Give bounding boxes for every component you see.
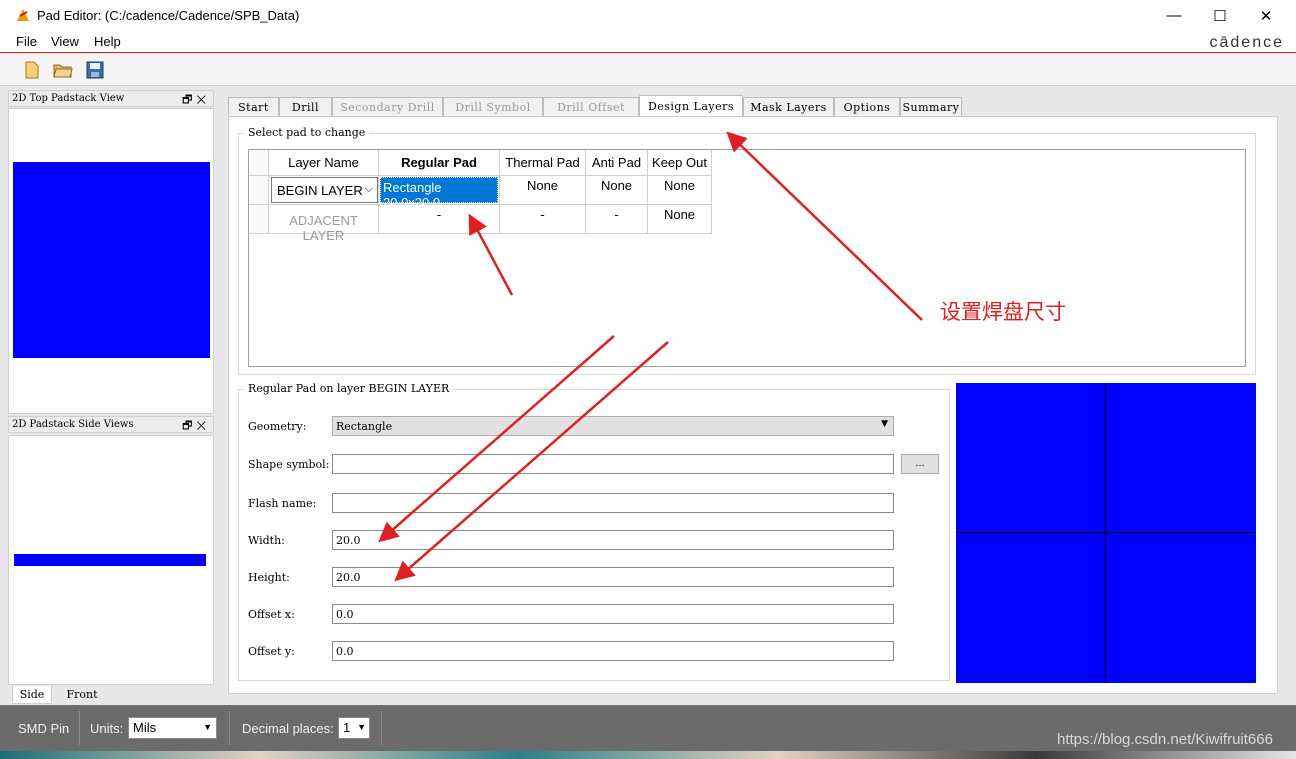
annotation-arrows [378,131,923,582]
dropdown-arrow-icon: ▼ [203,722,212,732]
units-label: Units: [90,721,124,736]
divider [381,711,382,745]
dropdown-arrow-icon: ▼ [357,722,366,732]
watermark: https://blog.csdn.net/Kiwifruit666 [1057,731,1273,748]
divider [79,711,80,745]
annotation-text: 设置焊盘尺寸 [940,300,1066,324]
arrow-to-design-layers-tab [726,131,923,321]
arrow-to-height [394,341,669,582]
arrow-to-regular-pad [468,213,514,296]
divider [229,711,230,745]
arrow-to-width [378,335,615,543]
decimal-places-label: Decimal places: [242,721,334,736]
units-select[interactable]: Mils ▼ [128,717,217,739]
desktop-background-strip [0,751,1296,759]
units-select-value: Mils [133,720,157,735]
decimal-places-value: 1 [343,720,351,735]
pin-type-label: SMD Pin [18,721,70,736]
decimal-places-select[interactable]: 1 ▼ [338,717,370,739]
